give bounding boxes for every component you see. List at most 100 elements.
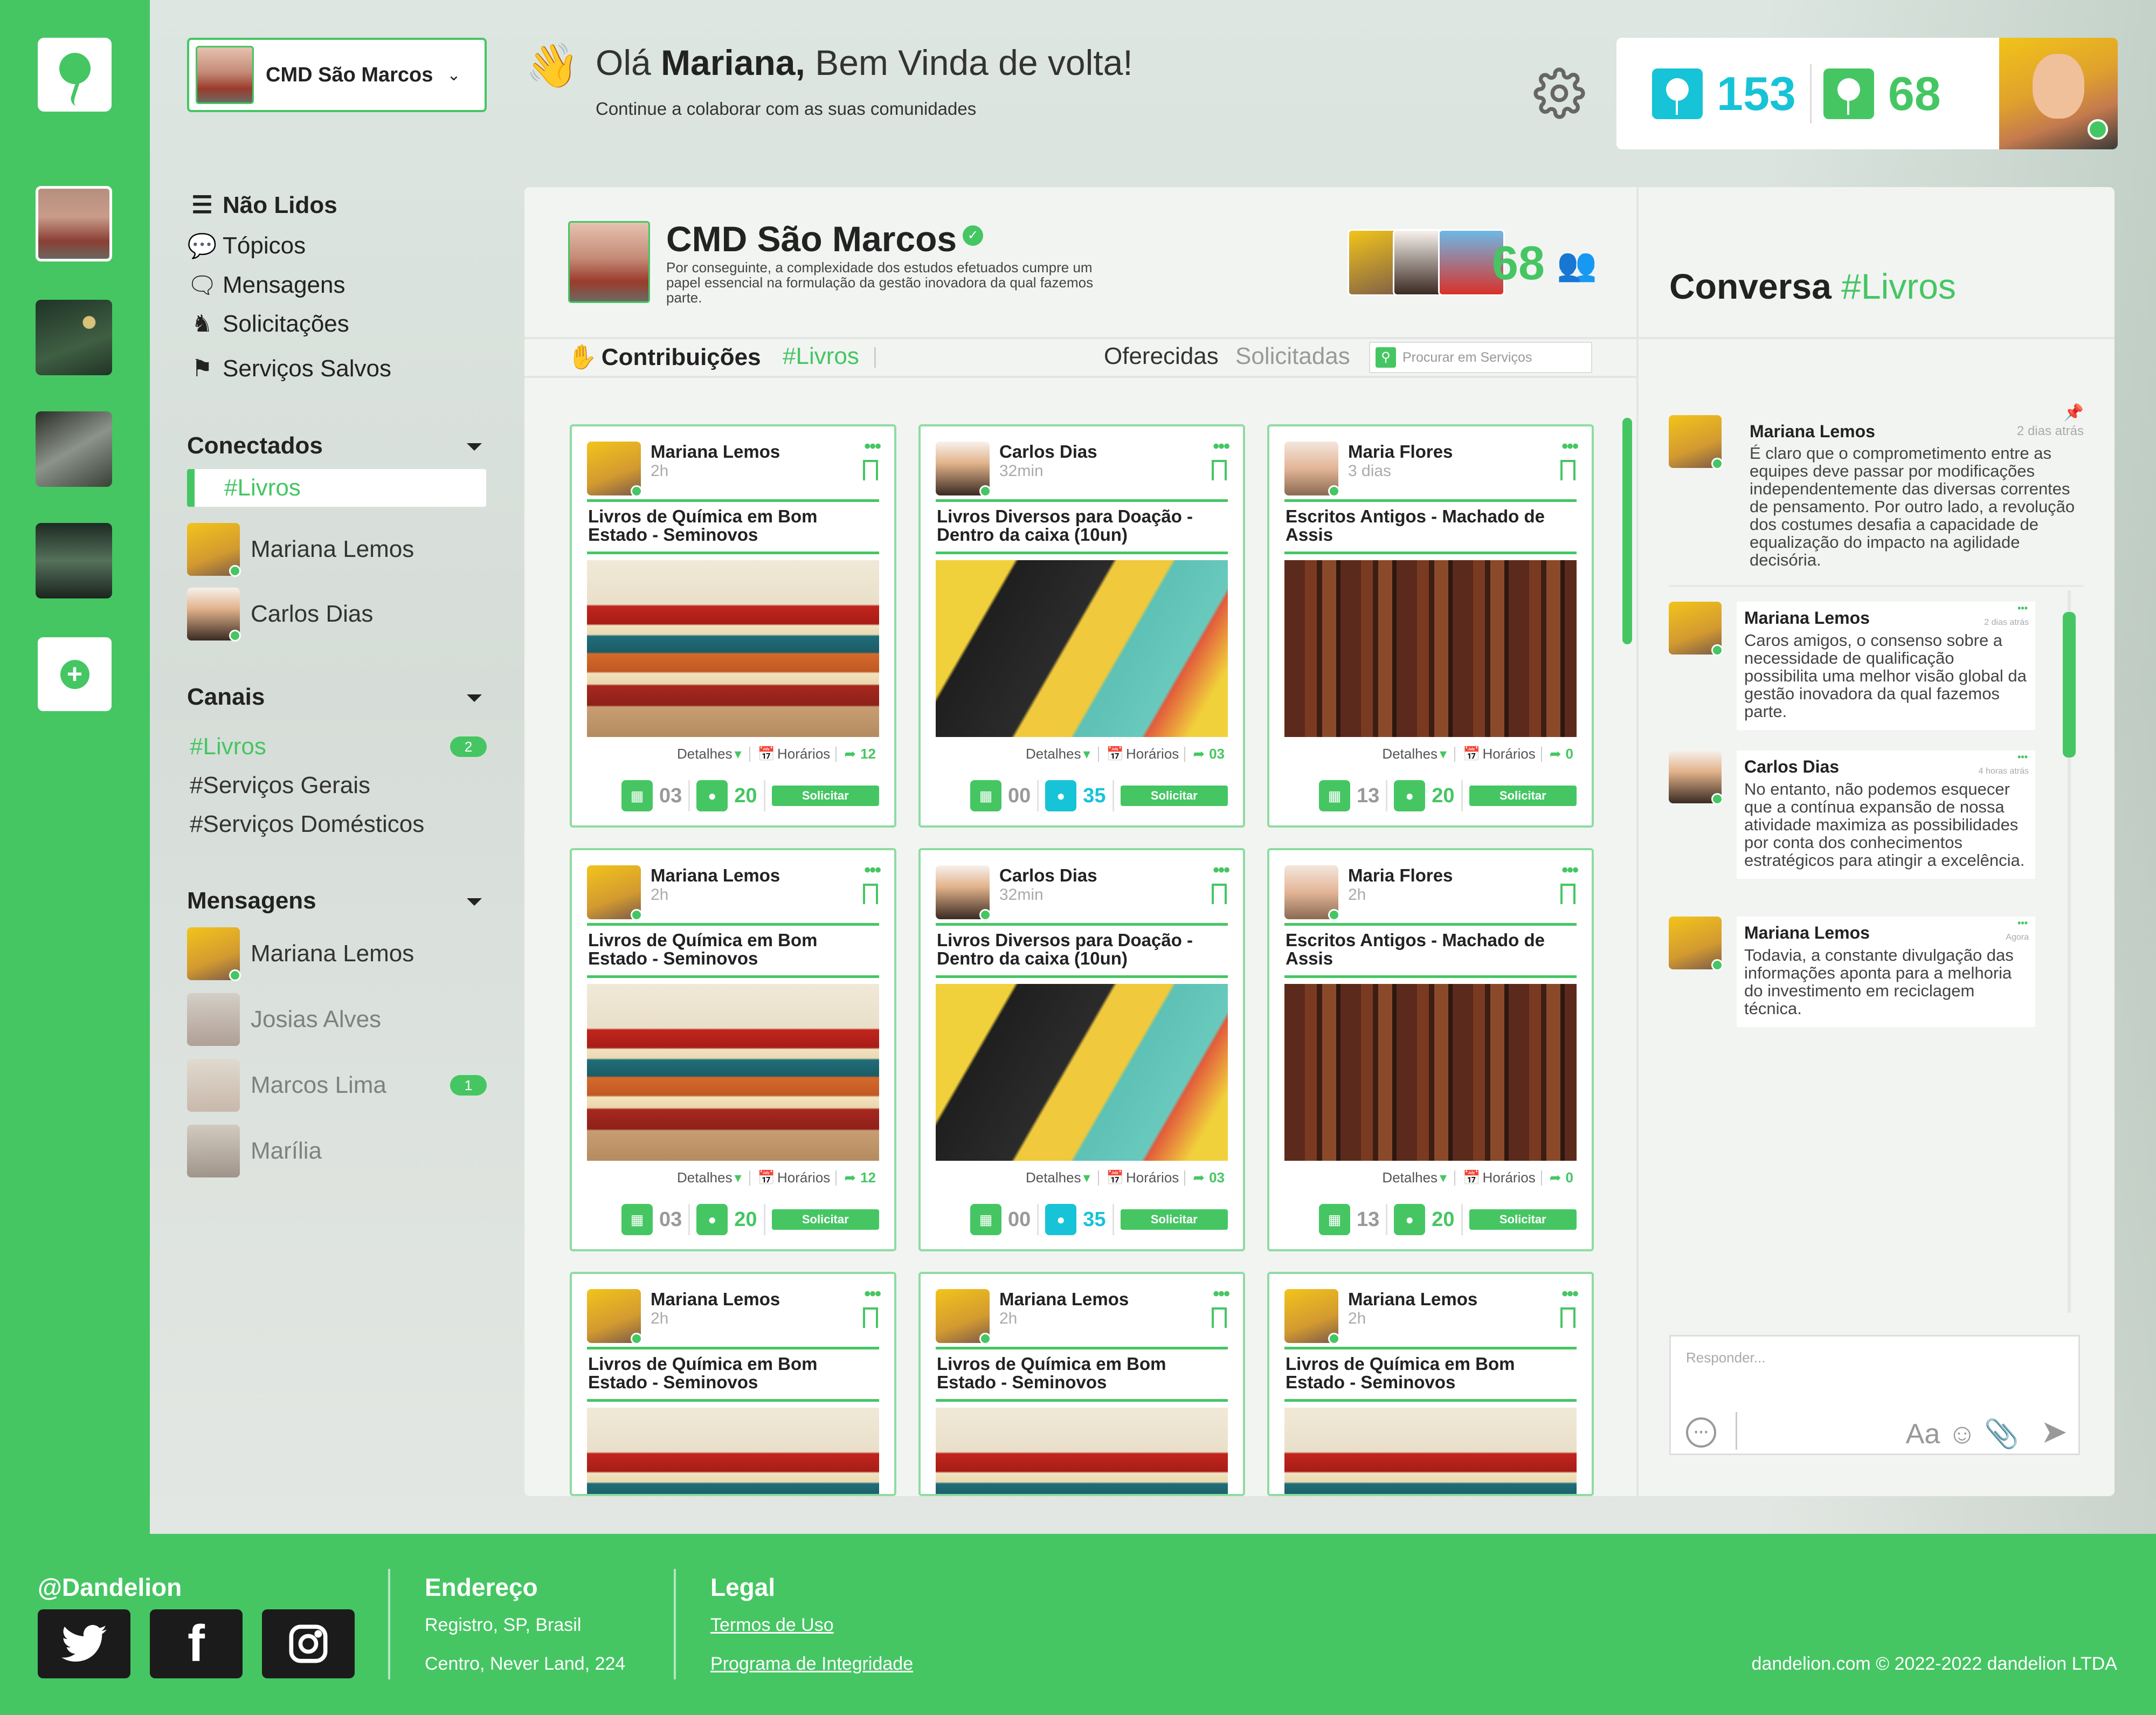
balloon-icon[interactable]: ●: [696, 1204, 728, 1235]
facebook-icon[interactable]: f: [150, 1609, 243, 1678]
nav-saved-services[interactable]: ⚑ Serviços Salvos: [187, 355, 391, 382]
dm-item[interactable]: Mariana Lemos: [187, 927, 414, 981]
reply-box[interactable]: Responder... ⋯ Aa ☺ 📎 ➤: [1669, 1335, 2080, 1455]
balloon-icon[interactable]: ●: [1045, 780, 1077, 811]
card-image[interactable]: [1284, 560, 1577, 737]
service-card[interactable]: Mariana Lemos 2h ••• Livros de Química em…: [570, 848, 896, 1251]
bookmark-icon[interactable]: [1560, 884, 1575, 904]
request-button[interactable]: Solicitar: [771, 1209, 879, 1230]
community-thumb-4[interactable]: [36, 523, 112, 598]
caret-down-icon[interactable]: [467, 898, 482, 906]
attach-icon[interactable]: 📎: [1984, 1418, 2019, 1450]
more-options-icon[interactable]: •••: [1213, 1284, 1230, 1305]
details-link[interactable]: Detalhes: [1026, 1169, 1081, 1186]
request-button[interactable]: Solicitar: [771, 786, 879, 806]
services-search[interactable]: ⚲ Procurar em Serviços: [1369, 342, 1592, 373]
bookmark-icon[interactable]: [1212, 460, 1227, 480]
people-icon[interactable]: ▦: [1319, 780, 1350, 811]
service-card[interactable]: Mariana Lemos 2h ••• Livros de Química em…: [570, 1272, 896, 1496]
bookmark-icon[interactable]: [1560, 460, 1575, 480]
schedule-link[interactable]: Horários: [1482, 1169, 1535, 1186]
nav-messages[interactable]: 🗨 Mensagens: [187, 271, 345, 299]
people-icon[interactable]: ▦: [621, 780, 653, 811]
schedule-link[interactable]: Horários: [1482, 746, 1535, 762]
request-button[interactable]: Solicitar: [1120, 786, 1228, 806]
more-options-icon[interactable]: •••: [864, 436, 881, 457]
request-button[interactable]: Solicitar: [1120, 1209, 1228, 1230]
service-card[interactable]: Mariana Lemos 2h ••• Livros de Química em…: [570, 424, 896, 828]
bookmark-icon[interactable]: [1212, 1307, 1227, 1328]
schedule-link[interactable]: Horários: [777, 1169, 830, 1186]
more-options-icon[interactable]: •••: [864, 1284, 881, 1305]
more-options-icon[interactable]: •••: [1213, 860, 1230, 881]
more-options-icon[interactable]: •••: [1561, 436, 1579, 457]
card-image[interactable]: [587, 560, 879, 737]
filter-offered[interactable]: Oferecidas: [1104, 343, 1219, 370]
terms-link[interactable]: Termos de Uso: [710, 1615, 834, 1636]
emoji-icon[interactable]: ☺: [1948, 1418, 1977, 1450]
more-options-icon[interactable]: •••: [1213, 436, 1230, 457]
service-card[interactable]: Maria Flores 3 dias ••• Escritos Antigos …: [1267, 424, 1594, 828]
caret-down-icon[interactable]: [467, 443, 482, 451]
nav-topics[interactable]: 💬 Tópicos: [187, 232, 306, 260]
more-options-icon[interactable]: •••: [2017, 603, 2028, 614]
connected-person[interactable]: Carlos Dias: [187, 588, 373, 642]
community-thumb-3[interactable]: [36, 411, 112, 487]
search-input[interactable]: Procurar em Serviços: [1402, 350, 1532, 366]
community-selector[interactable]: CMD São Marcos ⌄: [187, 38, 487, 112]
service-card[interactable]: Carlos Dias 32min ••• Livros Diversos par…: [918, 424, 1245, 828]
chat-options-icon[interactable]: ⋯: [1686, 1417, 1716, 1448]
gear-icon[interactable]: [1533, 67, 1585, 119]
bookmark-icon[interactable]: [863, 884, 878, 904]
pin-icon[interactable]: 📌: [2064, 403, 2084, 422]
request-button[interactable]: Solicitar: [1469, 786, 1577, 806]
card-image[interactable]: [936, 984, 1228, 1161]
active-channel-livros[interactable]: #Livros: [187, 469, 486, 507]
bookmark-icon[interactable]: [863, 460, 878, 480]
more-options-icon[interactable]: •••: [864, 860, 881, 881]
more-options-icon[interactable]: •••: [2017, 918, 2028, 929]
bookmark-icon[interactable]: [1212, 884, 1227, 904]
community-thumb-2[interactable]: [36, 300, 112, 375]
details-link[interactable]: Detalhes: [677, 1169, 733, 1186]
bookmark-icon[interactable]: [863, 1307, 878, 1328]
community-thumb-sao-marcos[interactable]: [36, 186, 112, 261]
balloon-icon[interactable]: ●: [1394, 1204, 1426, 1235]
tab-contributions[interactable]: ✋ Contribuições: [568, 343, 761, 371]
send-icon[interactable]: ➤: [2041, 1413, 2068, 1451]
balloon-icon[interactable]: ●: [1045, 1204, 1077, 1235]
feed-scrollbar[interactable]: [1622, 418, 1632, 644]
service-card[interactable]: Carlos Dias 32min ••• Livros Diversos par…: [918, 848, 1245, 1251]
service-card[interactable]: Mariana Lemos 2h ••• Livros de Química em…: [1267, 1272, 1594, 1496]
reply-input[interactable]: Responder...: [1686, 1349, 1765, 1366]
service-card[interactable]: Mariana Lemos 2h ••• Livros de Química em…: [918, 1272, 1245, 1496]
service-card[interactable]: Maria Flores 2h ••• Escritos Antigos - Ma…: [1267, 848, 1594, 1251]
schedule-link[interactable]: Horários: [1126, 746, 1179, 762]
add-community-button[interactable]: +: [38, 637, 112, 711]
dandelion-logo[interactable]: [38, 38, 112, 112]
card-image[interactable]: [587, 1408, 879, 1494]
details-link[interactable]: Detalhes: [677, 746, 733, 762]
people-icon[interactable]: ▦: [970, 780, 1001, 811]
integrity-link[interactable]: Programa de Integridade: [710, 1654, 913, 1675]
schedule-link[interactable]: Horários: [777, 746, 830, 762]
details-link[interactable]: Detalhes: [1382, 746, 1438, 762]
instagram-icon[interactable]: [262, 1609, 355, 1678]
tab-channel[interactable]: #Livros: [783, 343, 859, 370]
balloon-icon[interactable]: ●: [1394, 780, 1426, 811]
people-icon[interactable]: ▦: [1319, 1204, 1350, 1235]
more-options-icon[interactable]: •••: [2017, 752, 2028, 763]
channel-item[interactable]: #Serviços Domésticos: [190, 811, 424, 838]
balloon-icon[interactable]: ●: [696, 780, 728, 811]
user-avatar[interactable]: [1999, 38, 2118, 149]
connected-person[interactable]: Mariana Lemos: [187, 523, 414, 577]
card-image[interactable]: [936, 560, 1228, 737]
details-link[interactable]: Detalhes: [1382, 1169, 1438, 1186]
more-options-icon[interactable]: •••: [1561, 1284, 1579, 1305]
people-icon[interactable]: ▦: [621, 1204, 653, 1235]
request-button[interactable]: Solicitar: [1469, 1209, 1577, 1230]
dm-item[interactable]: Marília: [187, 1125, 322, 1177]
channel-item[interactable]: #Serviços Gerais: [190, 772, 370, 799]
caret-down-icon[interactable]: [467, 694, 482, 702]
twitter-icon[interactable]: [38, 1609, 130, 1678]
